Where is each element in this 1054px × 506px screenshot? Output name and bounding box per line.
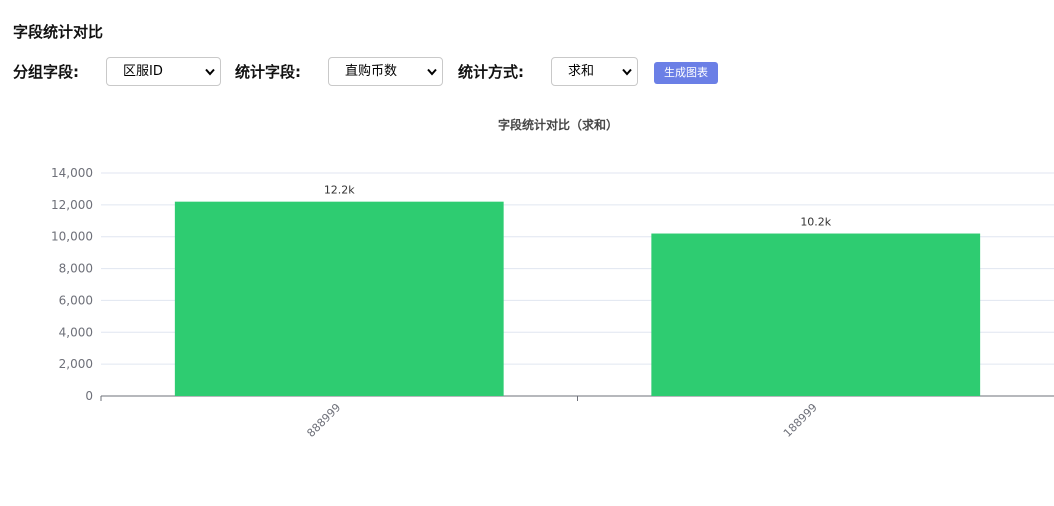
y-tick-label: 10,000 — [51, 230, 93, 244]
x-tick-label: 188999 — [781, 401, 820, 440]
y-tick-label: 12,000 — [51, 198, 93, 212]
y-tick-label: 14,000 — [51, 166, 93, 180]
bar-chart: 字段统计对比（求和） 0 2,000 4,000 6,000 8,000 10,000 12,… — [51, 117, 1054, 440]
y-tick-label: 2,000 — [59, 357, 93, 371]
bar-188999 — [651, 233, 981, 396]
data-label: 12.2k — [324, 184, 355, 197]
y-tick-label: 6,000 — [59, 293, 93, 307]
y-tick-label: 8,000 — [59, 262, 93, 276]
x-tick-label: 888999 — [304, 401, 343, 440]
y-tick-label: 0 — [85, 389, 93, 403]
bar-888999 — [174, 201, 504, 396]
chart-title: 字段统计对比（求和） — [498, 117, 618, 132]
y-tick-label: 4,000 — [59, 325, 93, 339]
data-label: 10.2k — [800, 216, 831, 229]
